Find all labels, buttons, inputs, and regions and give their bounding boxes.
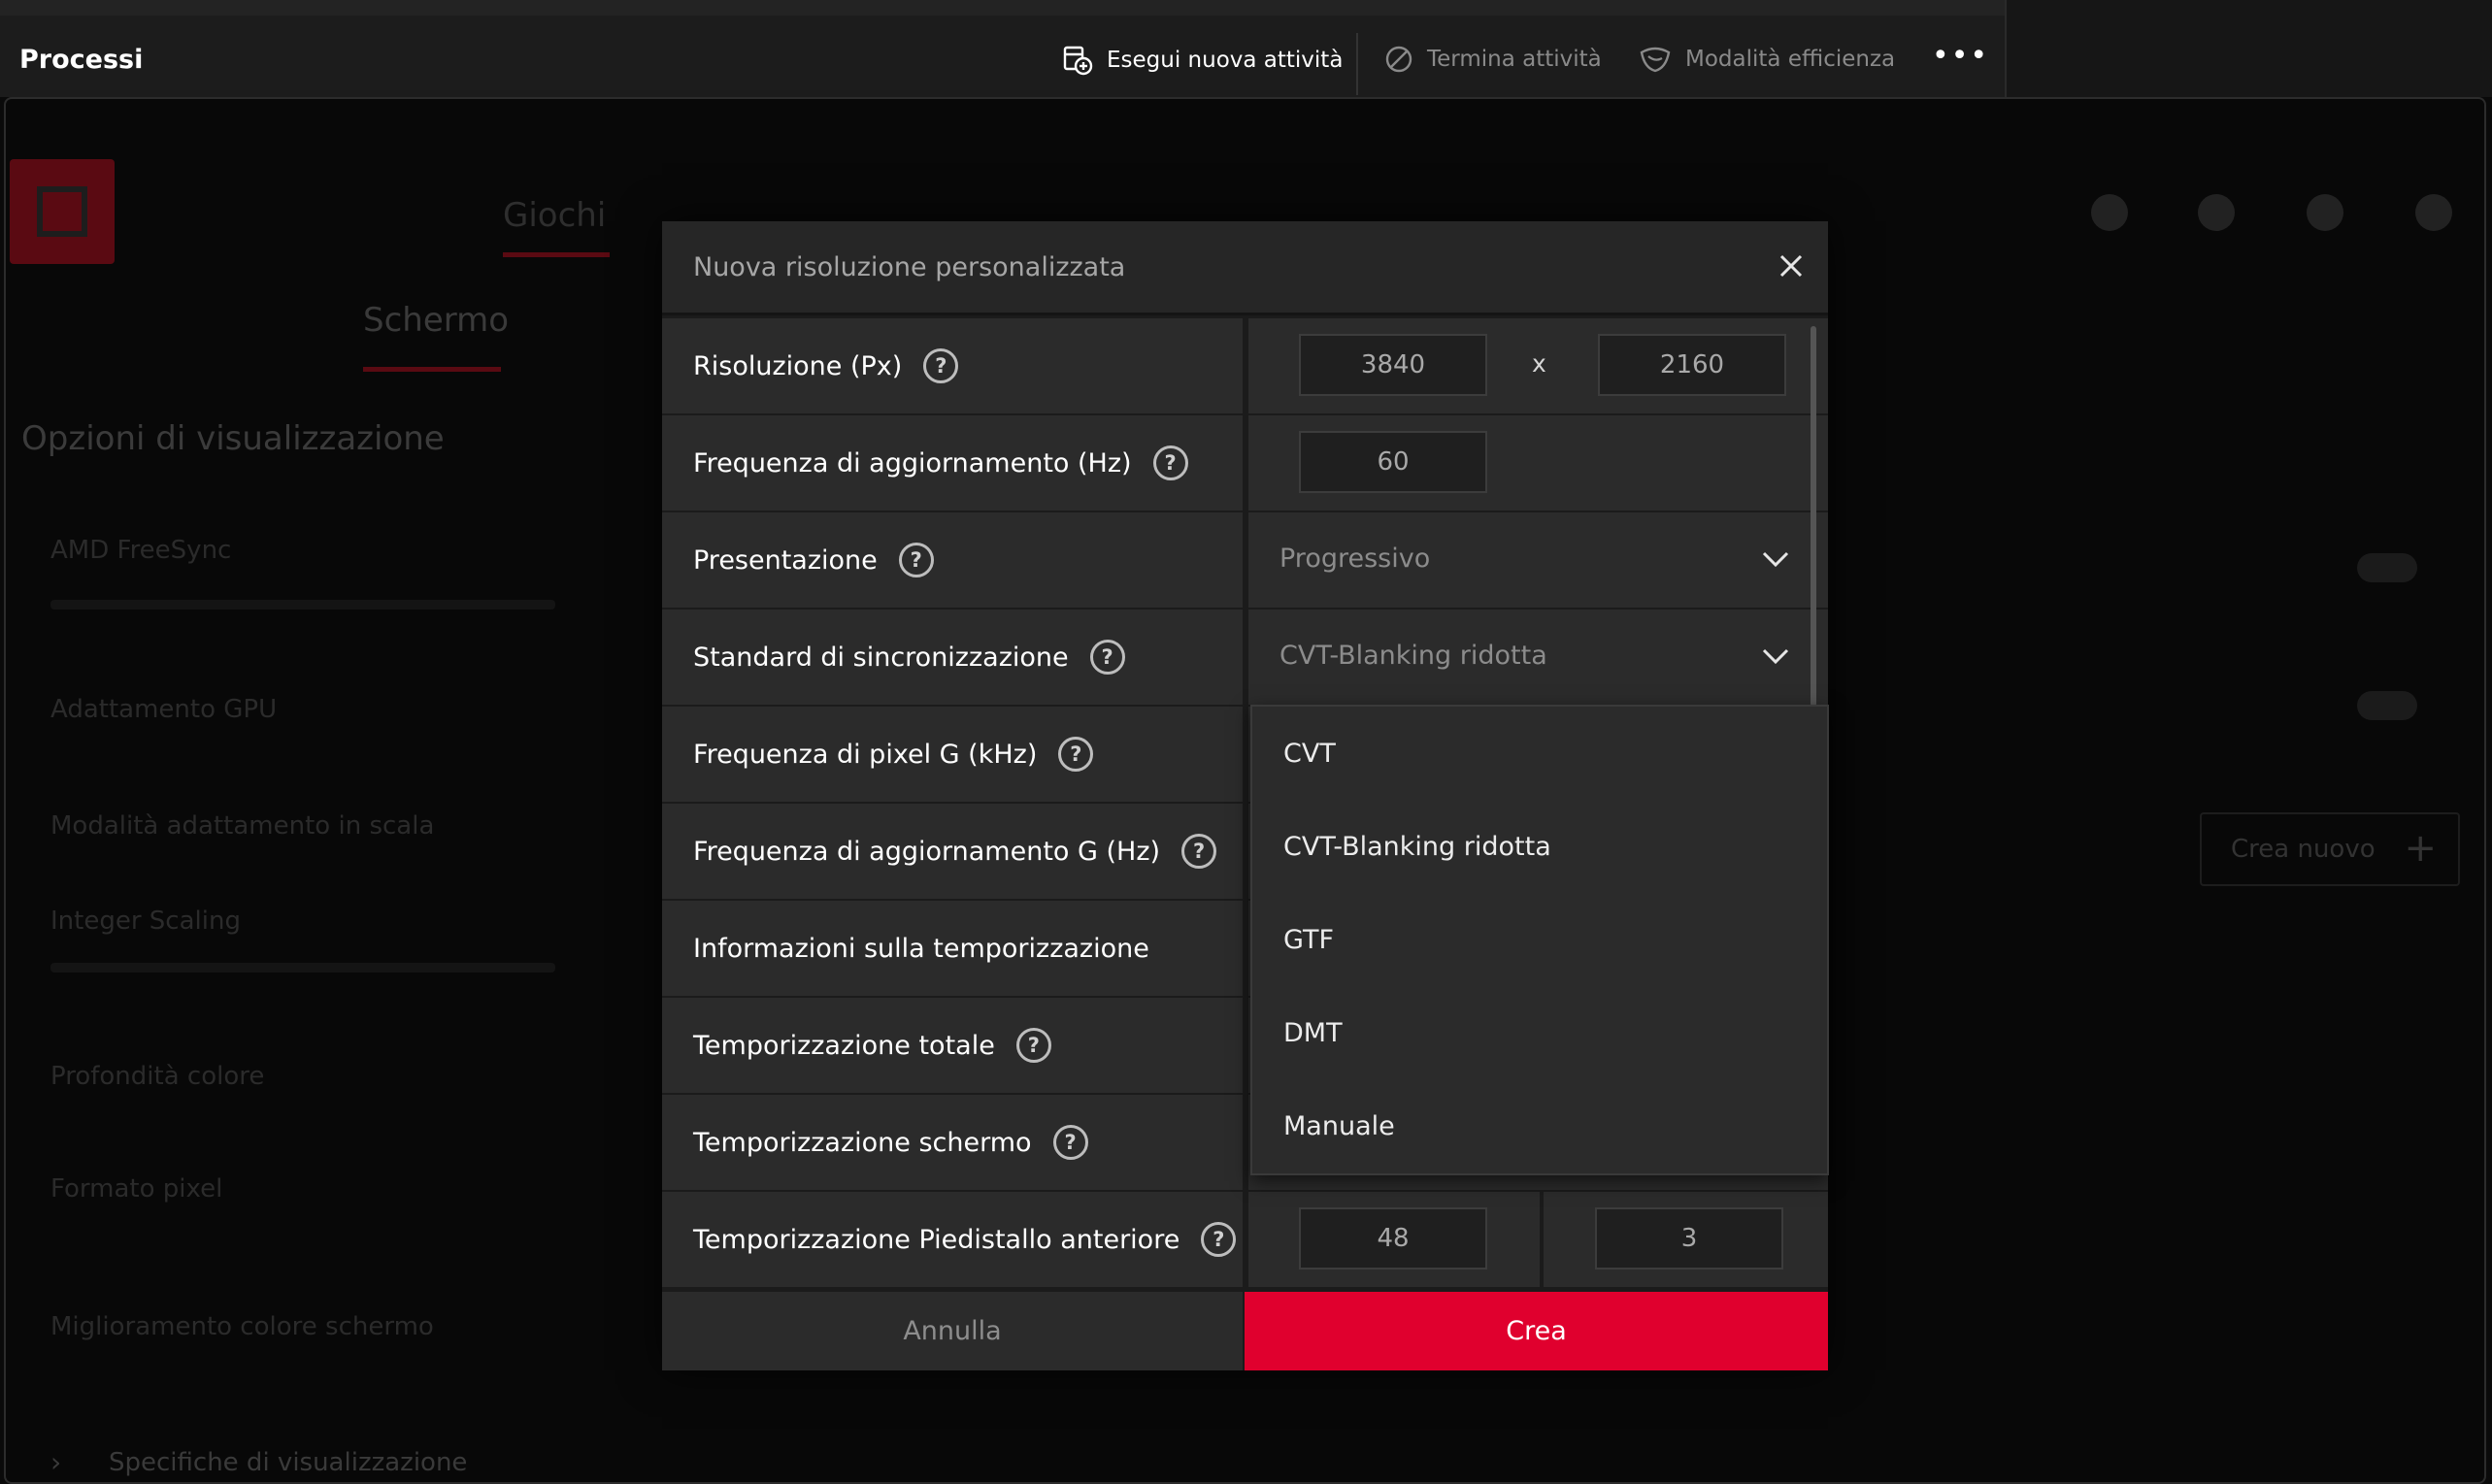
setting-row[interactable]: Miglioramento colore schermo — [50, 1312, 434, 1341]
front-porch-input-2[interactable]: 3 — [1595, 1207, 1783, 1270]
chevron-right-icon: › — [50, 1446, 62, 1478]
setting-row[interactable]: Modalità adattamento in scala — [50, 811, 434, 841]
resolution-label: Risoluzione (Px) — [693, 350, 903, 381]
help-icon[interactable]: ? — [1201, 1222, 1237, 1257]
block-icon — [1385, 46, 1412, 73]
front-porch-input-1[interactable]: 48 — [1299, 1207, 1487, 1270]
refresh-rate-label-cell: Frequenza di aggiornamento (Hz) ? — [662, 415, 1243, 511]
help-icon[interactable]: ? — [1058, 737, 1094, 772]
sync-standard-label-cell: Standard di sincronizzazione ? — [662, 610, 1243, 705]
total-timing-label: Temporizzazione totale — [693, 1030, 995, 1061]
presentation-label-cell: Presentazione ? — [662, 512, 1243, 608]
sync-standard-label: Standard di sincronizzazione — [693, 642, 1069, 673]
help-icon[interactable]: ? — [898, 543, 934, 577]
setting-row[interactable]: Formato pixel — [50, 1174, 222, 1204]
profile-icon — [2415, 194, 2452, 231]
resolution-label-cell: Risoluzione (Px) ? — [662, 318, 1243, 413]
efficiency-mode-button[interactable]: Modalità efficienza — [1639, 45, 1895, 74]
presentation-row: Presentazione ? — [662, 512, 1828, 608]
refresh-rate-g-label-cell: Frequenza di aggiornamento G (Hz) ? — [662, 804, 1243, 899]
refresh-rate-row: Frequenza di aggiornamento (Hz) ? — [662, 415, 1828, 511]
dropdown-option-dmt[interactable]: DMT — [1252, 986, 1827, 1079]
resolution-height-input[interactable]: 2160 — [1598, 334, 1786, 396]
timing-info-label: Informazioni sulla temporizzazione — [693, 933, 1149, 964]
pixel-frequency-label-cell: Frequenza di pixel G (kHz) ? — [662, 707, 1243, 802]
refresh-rate-input[interactable]: 60 — [1299, 431, 1487, 493]
new-task-icon — [1063, 46, 1093, 76]
run-new-task-button[interactable]: Esegui nuova attività — [1062, 45, 1343, 76]
screen-timing-label-cell: Temporizzazione schermo ? — [662, 1095, 1243, 1190]
help-icon[interactable]: ? — [1181, 834, 1217, 869]
display-specs-link[interactable]: Specifiche di visualizzazione — [109, 1448, 467, 1477]
tab-games-underline — [503, 252, 610, 257]
display-options-heading: Opzioni di visualizzazione — [21, 419, 445, 458]
more-options-button[interactable]: ••• — [1932, 42, 1989, 71]
dropdown-option-cvt-reduced-blanking[interactable]: CVT-Blanking ridotta — [1252, 800, 1827, 893]
leaf-icon — [1640, 47, 1671, 73]
create-new-label: Crea nuovo — [2231, 835, 2376, 864]
toggle-switch[interactable] — [2357, 691, 2417, 720]
setting-description — [50, 963, 555, 973]
sync-standard-row: Standard di sincronizzazione ? — [662, 610, 1828, 705]
notification-icon — [2091, 194, 2128, 231]
setting-row[interactable]: Profondità colore — [50, 1062, 264, 1091]
help-icon[interactable]: ? — [923, 348, 959, 383]
setting-row[interactable]: Integer Scaling — [50, 907, 241, 936]
dropdown-option-manual[interactable]: Manuale — [1252, 1079, 1827, 1172]
tab-display[interactable]: Schermo — [363, 301, 509, 340]
help-icon[interactable]: ? — [1152, 445, 1188, 480]
task-manager-toolbar: Processi Esegui nuova attività Termina a… — [0, 0, 2005, 97]
run-new-task-label: Esegui nuova attività — [1107, 48, 1344, 73]
dropdown-option-cvt[interactable]: CVT — [1252, 707, 1827, 800]
close-icon — [1779, 254, 1803, 278]
dropdown-option-gtf[interactable]: GTF — [1252, 893, 1827, 986]
sync-standard-value: CVT-Blanking ridotta — [1279, 641, 1547, 671]
sync-standard-dropdown: CVT CVT-Blanking ridotta GTF DMT Manuale — [1250, 705, 1829, 1175]
presentation-value: Progressivo — [1279, 544, 1431, 574]
dialog-title: Nuova risoluzione personalizzata — [693, 252, 1126, 282]
refresh-rate-g-label: Frequenza di aggiornamento G (Hz) — [693, 836, 1161, 867]
amd-logo — [10, 159, 115, 264]
chevron-down-icon[interactable] — [1761, 646, 1790, 666]
setting-row[interactable]: Adattamento GPU — [50, 695, 277, 724]
help-icon[interactable]: ? — [1052, 1125, 1088, 1160]
tab-display-underline — [363, 367, 501, 372]
screen-timing-label: Temporizzazione schermo — [693, 1127, 1032, 1158]
pixel-frequency-label: Frequenza di pixel G (kHz) — [693, 739, 1038, 770]
dialog-scrollbar[interactable] — [1811, 326, 1816, 707]
dialog-header: Nuova risoluzione personalizzata — [662, 221, 1828, 315]
plus-icon: + — [2404, 826, 2437, 871]
setting-row[interactable]: AMD FreeSync — [50, 536, 231, 565]
help-icon[interactable]: ? — [1015, 1028, 1051, 1063]
create-new-button[interactable]: Crea nuovo + — [2200, 812, 2460, 886]
resolution-separator: x — [1532, 349, 1546, 378]
tab-games[interactable]: Giochi — [503, 196, 606, 235]
presentation-label: Presentazione — [693, 544, 878, 576]
close-button[interactable] — [1772, 247, 1811, 285]
timing-info-label-cell: Informazioni sulla temporizzazione — [662, 901, 1243, 996]
settings-icon — [2307, 194, 2343, 231]
bug-icon — [2198, 194, 2235, 231]
end-task-label: Termina attività — [1427, 47, 1602, 72]
refresh-rate-label: Frequenza di aggiornamento (Hz) — [693, 447, 1132, 478]
create-button[interactable]: Crea — [1245, 1292, 1828, 1370]
cancel-button[interactable]: Annulla — [662, 1292, 1243, 1370]
window-side-area — [2005, 0, 2492, 97]
toggle-switch[interactable] — [2357, 553, 2417, 582]
toolbar-divider — [1356, 33, 1358, 95]
page-title: Processi — [19, 45, 144, 75]
resolution-width-input[interactable]: 3840 — [1299, 334, 1487, 396]
front-porch-label-cell: Temporizzazione Piedistallo anteriore ? — [662, 1192, 1243, 1287]
chevron-down-icon[interactable] — [1761, 549, 1790, 569]
title-strip — [0, 0, 2005, 16]
end-task-button[interactable]: Termina attività — [1384, 45, 1602, 74]
front-porch-label: Temporizzazione Piedistallo anteriore — [693, 1224, 1180, 1255]
help-icon[interactable]: ? — [1089, 640, 1125, 675]
setting-description — [50, 600, 555, 610]
efficiency-mode-label: Modalità efficienza — [1685, 47, 1896, 72]
total-timing-label-cell: Temporizzazione totale ? — [662, 998, 1243, 1093]
